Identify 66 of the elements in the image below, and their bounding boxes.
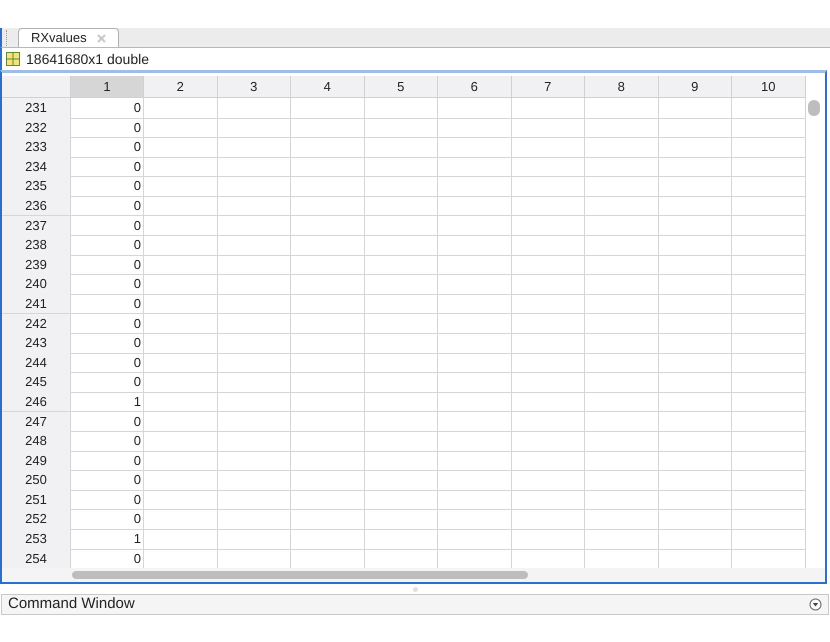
row-header: 243: [2, 333, 71, 354]
grid-icon: [6, 52, 20, 66]
vertical-scrollbar[interactable]: [808, 100, 820, 116]
table-cell: 1: [71, 529, 144, 550]
column-header[interactable]: 10: [732, 76, 806, 98]
table-cell: 0: [71, 176, 144, 197]
table-cell: 0: [71, 450, 144, 472]
table-cell: 0: [71, 509, 144, 530]
close-icon[interactable]: [96, 34, 106, 42]
row-header: 249: [2, 450, 71, 472]
table-cell: 1: [71, 392, 144, 412]
column-header[interactable]: 6: [438, 76, 512, 98]
row-header: 251: [2, 490, 71, 510]
row-header: 247: [2, 412, 71, 432]
row-header: 234: [2, 156, 71, 178]
row-header: 253: [2, 529, 71, 550]
row-header: 231: [2, 98, 71, 118]
row-header: 238: [2, 235, 71, 256]
column-header[interactable]: 1: [71, 76, 144, 98]
row-header: 233: [2, 137, 71, 158]
row-header: 239: [2, 254, 71, 276]
table-cell: 0: [71, 314, 144, 334]
row-header: 242: [2, 314, 71, 334]
row-header: 244: [2, 352, 71, 374]
table-corner: [2, 76, 71, 98]
panel-title: Command Window: [8, 594, 135, 614]
column-header[interactable]: 9: [658, 76, 732, 98]
variable-size-label: 18641680x1 double: [26, 50, 150, 68]
table-cell: 0: [71, 431, 144, 452]
table-cell: 0: [71, 372, 144, 393]
table-cell: 0: [71, 274, 144, 295]
table-cell: 0: [71, 352, 144, 374]
table-cell: 0: [71, 216, 144, 236]
horizontal-scrollbar[interactable]: [72, 571, 528, 579]
tab[interactable]: RXvalues: [18, 28, 119, 47]
table-cell: 0: [71, 196, 144, 216]
row-header: 232: [2, 118, 71, 138]
column-header[interactable]: 3: [218, 76, 291, 98]
row-header: 235: [2, 176, 71, 197]
row-header: 237: [2, 216, 71, 236]
table-cell: 0: [71, 470, 144, 491]
row-header: 241: [2, 294, 71, 314]
column-header[interactable]: 8: [585, 76, 658, 98]
column-header[interactable]: 7: [512, 76, 585, 98]
column-header[interactable]: 5: [364, 76, 438, 98]
table-cell: 0: [71, 412, 144, 432]
row-header: 236: [2, 196, 71, 216]
row-header: 246: [2, 392, 71, 412]
table-cell: 0: [71, 294, 144, 314]
row-header: 248: [2, 431, 71, 452]
column-header[interactable]: 2: [144, 76, 218, 98]
table-cell: 0: [71, 490, 144, 510]
column-header[interactable]: 4: [291, 76, 364, 98]
table-cell: 0: [71, 98, 144, 118]
row-header: 250: [2, 470, 71, 491]
table-cell: 0: [71, 254, 144, 276]
table-cell: 0: [71, 137, 144, 158]
dropdown-icon[interactable]: [809, 598, 822, 611]
row-header: 254: [2, 548, 71, 570]
table-cell: 0: [71, 333, 144, 354]
table-cell: 0: [71, 235, 144, 256]
row-header: 240: [2, 274, 71, 295]
table-cell: 0: [71, 156, 144, 178]
row-header: 245: [2, 372, 71, 393]
table-cell: 0: [71, 118, 144, 138]
row-header: 252: [2, 509, 71, 530]
